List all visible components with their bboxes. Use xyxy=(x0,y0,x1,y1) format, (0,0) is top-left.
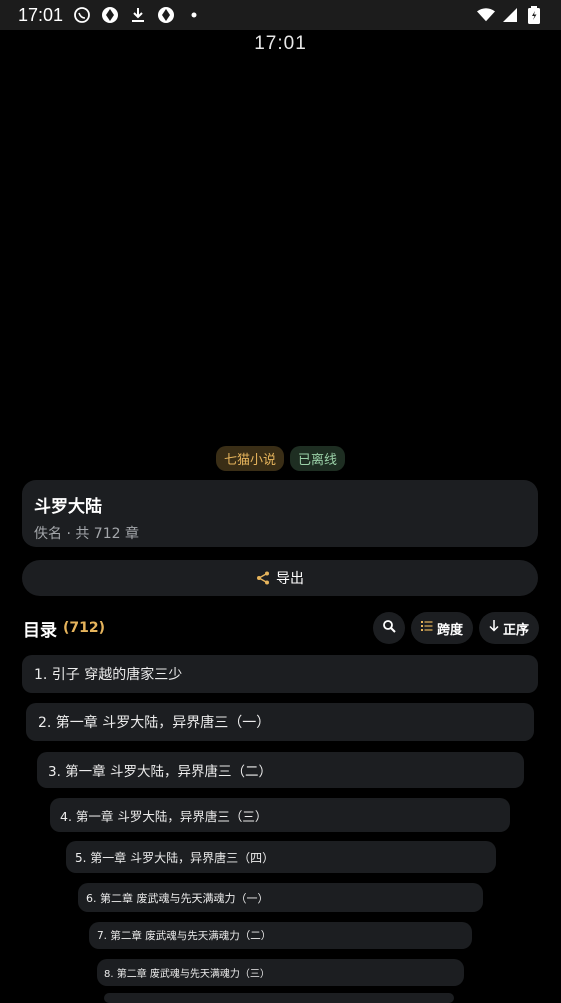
aperture-icon xyxy=(101,6,119,24)
toc-header: 目录 (712) 跨度 正序 xyxy=(23,612,539,644)
status-time: 17:01 xyxy=(18,4,64,25)
search-icon xyxy=(382,619,396,637)
book-badges: 七猫小说 已离线 xyxy=(0,446,561,471)
chapter-title: 6. 第二章 废武魂与先天满魂力（一） xyxy=(86,891,269,905)
offline-badge: 已离线 xyxy=(290,446,346,471)
chapter-title: 5. 第一章 斗罗大陆，异界唐三（四） xyxy=(75,850,275,865)
jump-label: 跨度 xyxy=(436,622,463,638)
reader-clock: 17:01 xyxy=(254,33,307,54)
chapter-item-partial[interactable] xyxy=(104,993,454,1003)
export-label: 导出 xyxy=(276,571,304,587)
chapter-item[interactable]: 5. 第一章 斗罗大陆，异界唐三（四） xyxy=(66,841,496,873)
chapter-item[interactable]: 4. 第一章 斗罗大陆，异界唐三（三） xyxy=(50,798,510,832)
list-icon xyxy=(420,620,433,636)
aperture-icon xyxy=(157,6,175,24)
chapter-title: 8. 第二章 废武魂与先天满魂力（三） xyxy=(104,969,270,980)
chapter-item[interactable]: 2. 第一章 斗罗大陆，异界唐三（一） xyxy=(26,703,534,741)
chapter-item[interactable]: 8. 第二章 废武魂与先天满魂力（三） xyxy=(97,959,464,986)
search-button[interactable] xyxy=(372,612,405,644)
chapter-title: 4. 第一章 斗罗大陆，异界唐三（三） xyxy=(60,808,268,824)
source-badge: 七猫小说 xyxy=(215,446,284,471)
chapter-title: 2. 第一章 斗罗大陆，异界唐三（一） xyxy=(38,715,271,731)
chapter-title: 7. 第二章 废武魂与先天满魂力（二） xyxy=(97,930,272,942)
chapter-title: 1. 引子 穿越的唐家三少 xyxy=(34,667,183,683)
jump-button[interactable]: 跨度 xyxy=(410,612,473,644)
share-icon xyxy=(256,571,270,585)
book-title: 斗罗大陆 xyxy=(34,497,102,517)
chapter-item[interactable]: 1. 引子 穿越的唐家三少 xyxy=(22,655,538,693)
toc-tools: 跨度 正序 xyxy=(372,612,539,644)
chapter-item[interactable]: 3. 第一章 斗罗大陆，异界唐三（二） xyxy=(37,752,524,788)
arrow-down-icon xyxy=(489,620,499,636)
wifi-icon xyxy=(477,6,495,24)
toc-count: (712) xyxy=(63,620,106,636)
order-label: 正序 xyxy=(502,622,529,638)
book-meta: 佚名 · 共 712 章 xyxy=(34,526,139,542)
whatsapp-icon xyxy=(73,6,91,24)
chapter-item[interactable]: 7. 第二章 废武魂与先天满魂力（二） xyxy=(89,922,472,949)
toc-title: 目录 xyxy=(23,620,57,641)
order-button[interactable]: 正序 xyxy=(478,612,539,644)
status-bar: 17:01 xyxy=(0,0,561,30)
chapter-title: 3. 第一章 斗罗大陆，异界唐三（二） xyxy=(48,764,272,780)
book-info-card: 斗罗大陆 佚名 · 共 712 章 xyxy=(22,480,538,547)
signal-icon xyxy=(501,6,519,24)
chapter-item[interactable]: 6. 第二章 废武魂与先天满魂力（一） xyxy=(78,883,483,912)
battery-icon xyxy=(525,6,543,24)
dot-icon xyxy=(185,6,203,24)
export-button[interactable]: 导出 xyxy=(22,560,538,596)
download-icon xyxy=(129,6,147,24)
